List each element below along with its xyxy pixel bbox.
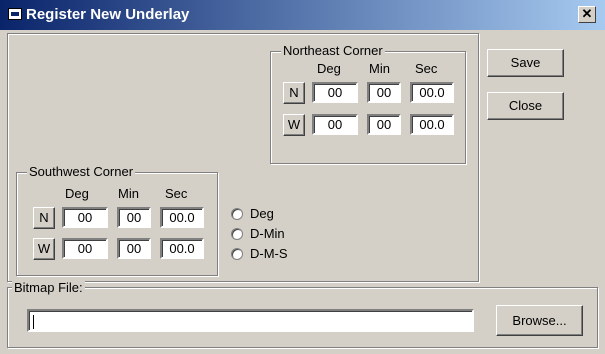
format-dmin-radio[interactable] — [231, 228, 243, 240]
sw-west-deg-field[interactable]: 00 — [62, 238, 108, 259]
northeast-corner-label: Northeast Corner — [281, 43, 385, 58]
browse-button[interactable]: Browse... — [496, 305, 583, 336]
sw-min-header: Min — [118, 186, 139, 201]
format-deg-label: Deg — [250, 206, 274, 221]
app-icon — [8, 8, 22, 20]
ne-west-deg-field[interactable]: 00 — [312, 114, 358, 135]
sw-deg-header: Deg — [65, 186, 89, 201]
ne-min-header: Min — [369, 61, 390, 76]
southwest-corner-label: Southwest Corner — [27, 164, 136, 179]
sw-north-min-field[interactable]: 00 — [117, 207, 151, 228]
close-icon[interactable]: ✕ — [578, 6, 596, 23]
save-button[interactable]: Save — [487, 49, 564, 77]
sw-west-toggle-button[interactable]: W — [33, 238, 55, 260]
ne-west-sec-field[interactable]: 00.0 — [410, 114, 454, 135]
coordinates-panel: Northeast Corner Deg Min Sec N 00 00 00.… — [7, 33, 479, 282]
ne-west-toggle-button[interactable]: W — [283, 114, 305, 136]
sw-sec-header: Sec — [165, 186, 188, 201]
northeast-corner-group: Northeast Corner Deg Min Sec N 00 00 00.… — [270, 43, 466, 164]
sw-west-sec-field[interactable]: 00.0 — [160, 238, 204, 259]
sw-north-toggle-button[interactable]: N — [33, 207, 55, 229]
bitmap-file-panel: Bitmap File: Browse... — [7, 280, 598, 348]
ne-west-min-field[interactable]: 00 — [367, 114, 401, 135]
format-dms-label: D-M-S — [250, 246, 288, 261]
format-dmin-label: D-Min — [250, 226, 285, 241]
sw-west-min-field[interactable]: 00 — [117, 238, 151, 259]
southwest-corner-group: Southwest Corner Deg Min Sec N 00 00 00.… — [16, 164, 218, 276]
title-bar: Register New Underlay ✕ — [0, 0, 605, 30]
sw-north-deg-field[interactable]: 00 — [62, 207, 108, 228]
close-button[interactable]: Close — [487, 92, 564, 120]
format-dms-radio[interactable] — [231, 248, 243, 260]
format-deg-radio[interactable] — [231, 208, 243, 220]
text-caret — [33, 315, 34, 329]
dialog-body: Northeast Corner Deg Min Sec N 00 00 00.… — [4, 30, 601, 351]
ne-north-deg-field[interactable]: 00 — [312, 82, 358, 103]
ne-deg-header: Deg — [317, 61, 341, 76]
ne-north-sec-field[interactable]: 00.0 — [410, 82, 454, 103]
ne-sec-header: Sec — [415, 61, 438, 76]
ne-north-toggle-button[interactable]: N — [283, 82, 305, 104]
bitmap-file-label: Bitmap File: — [12, 280, 85, 295]
window-title: Register New Underlay — [26, 6, 190, 23]
ne-north-min-field[interactable]: 00 — [367, 82, 401, 103]
sw-north-sec-field[interactable]: 00.0 — [160, 207, 204, 228]
bitmap-file-input[interactable] — [27, 309, 474, 332]
